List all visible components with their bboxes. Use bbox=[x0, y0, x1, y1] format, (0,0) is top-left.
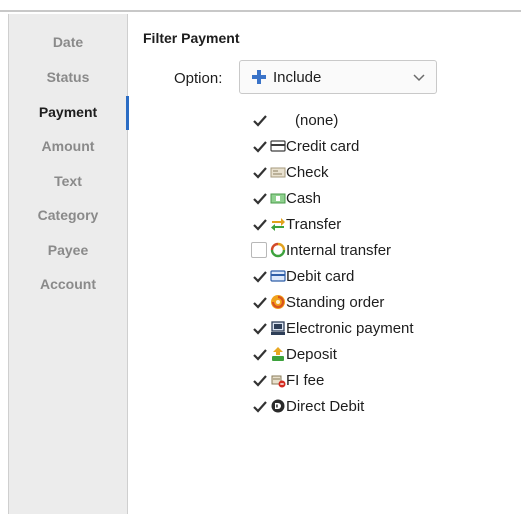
option-debit-card: Debit card bbox=[251, 266, 511, 288]
filter-sidebar: Date Status Payment Amount Text Category… bbox=[8, 14, 129, 514]
option-transfer: Transfer bbox=[251, 214, 511, 236]
checkbox-none[interactable] bbox=[251, 112, 267, 128]
sidebar-item-payee[interactable]: Payee bbox=[9, 236, 127, 264]
option-label-standing-order: Standing order bbox=[286, 294, 385, 311]
option-none: (none) bbox=[251, 110, 511, 132]
option-label-debit-card: Debit card bbox=[286, 268, 355, 285]
checkbox-standing-order[interactable] bbox=[251, 294, 267, 310]
checkbox-electronic-payment[interactable] bbox=[251, 320, 267, 336]
check-icon bbox=[270, 167, 286, 178]
option-label-transfer: Transfer bbox=[286, 216, 342, 233]
option-standing-order: Standing order bbox=[251, 292, 511, 314]
checkbox-debit-card[interactable] bbox=[251, 268, 267, 284]
internal-transfer-icon bbox=[270, 242, 286, 258]
section-title: Filter Payment bbox=[143, 30, 240, 46]
option-credit-card: Credit card bbox=[251, 136, 511, 158]
checkbox-fi-fee[interactable] bbox=[251, 372, 267, 388]
option-select[interactable]: Include bbox=[239, 60, 437, 94]
sidebar-item-category[interactable]: Category bbox=[9, 201, 127, 229]
option-fi-fee: FI fee bbox=[251, 370, 511, 392]
checkbox-internal-transfer[interactable] bbox=[251, 242, 267, 258]
option-select-value: Include bbox=[273, 69, 322, 86]
debit-card-icon bbox=[270, 270, 286, 282]
filter-dialog: Date Status Payment Amount Text Category… bbox=[0, 0, 521, 514]
sidebar-item-payment[interactable]: Payment bbox=[9, 98, 127, 126]
checkbox-transfer[interactable] bbox=[251, 216, 267, 232]
include-plus-icon bbox=[252, 70, 266, 84]
sidebar-item-text[interactable]: Text bbox=[9, 167, 127, 195]
credit-card-icon bbox=[270, 140, 286, 152]
checkbox-credit-card[interactable] bbox=[251, 138, 267, 154]
fi-fee-icon bbox=[271, 375, 286, 388]
option-label-direct-debit: Direct Debit bbox=[286, 398, 365, 415]
option-cash: Cash bbox=[251, 188, 511, 210]
checkbox-direct-debit[interactable] bbox=[251, 398, 267, 414]
checkbox-check[interactable] bbox=[251, 164, 267, 180]
sidebar-item-status[interactable]: Status bbox=[9, 63, 127, 91]
sidebar-item-amount[interactable]: Amount bbox=[9, 132, 127, 160]
option-label: Option: bbox=[174, 70, 223, 87]
chevron-down-icon bbox=[413, 74, 425, 82]
direct-debit-icon bbox=[271, 399, 285, 413]
option-internal-transfer: Internal transfer bbox=[251, 240, 511, 262]
filter-panel: Filter Payment Option: Include (none) Cr… bbox=[128, 14, 521, 514]
sidebar-item-date[interactable]: Date bbox=[9, 28, 127, 56]
option-label-fi-fee: FI fee bbox=[286, 372, 325, 389]
option-deposit: Deposit bbox=[251, 344, 511, 366]
checkbox-deposit[interactable] bbox=[251, 346, 267, 362]
standing-order-icon bbox=[271, 295, 285, 309]
deposit-icon bbox=[272, 347, 284, 361]
option-label-credit-card: Credit card bbox=[286, 138, 360, 155]
option-check: Check bbox=[251, 162, 511, 184]
sidebar-item-account[interactable]: Account bbox=[9, 270, 127, 298]
option-label-deposit: Deposit bbox=[286, 346, 337, 363]
option-label-cash: Cash bbox=[286, 190, 322, 207]
electronic-payment-icon bbox=[271, 321, 285, 335]
option-electronic-payment: Electronic payment bbox=[251, 318, 511, 340]
option-label-none: (none) bbox=[295, 112, 339, 129]
option-direct-debit: Direct Debit bbox=[251, 396, 511, 418]
top-divider bbox=[0, 10, 521, 12]
checkbox-cash[interactable] bbox=[251, 190, 267, 206]
option-label-check: Check bbox=[286, 164, 329, 181]
option-label-electronic-payment: Electronic payment bbox=[286, 320, 414, 337]
cash-icon bbox=[270, 193, 286, 204]
transfer-icon bbox=[271, 218, 285, 231]
option-label-internal-transfer: Internal transfer bbox=[286, 242, 392, 259]
